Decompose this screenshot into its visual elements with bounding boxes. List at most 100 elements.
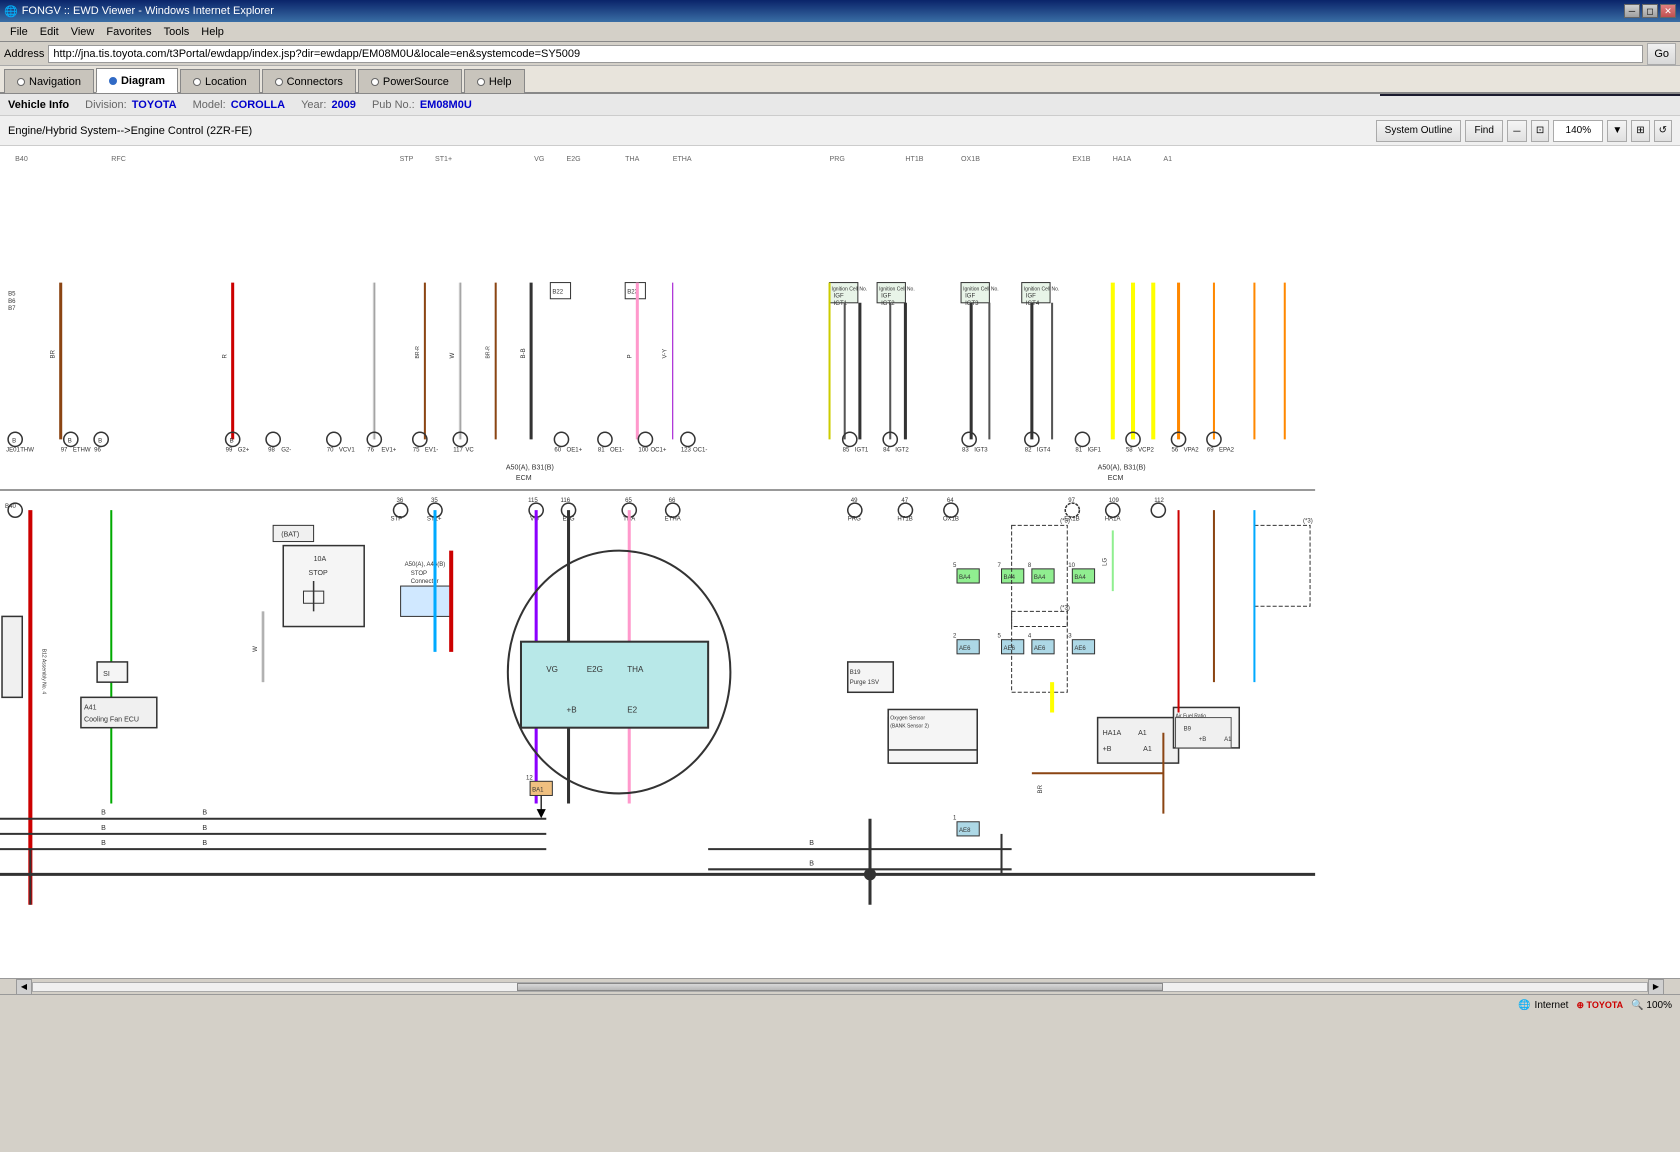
svg-text:B: B	[230, 438, 234, 444]
toyota-logo-status: ⊕ TOYOTA	[1576, 1000, 1623, 1011]
close-button[interactable]: ✕	[1660, 4, 1676, 18]
h-scroll-track[interactable]	[32, 982, 1648, 992]
svg-text:B: B	[12, 438, 16, 444]
svg-text:(*3): (*3)	[1060, 518, 1070, 524]
menu-edit[interactable]: Edit	[34, 25, 65, 39]
svg-text:64: 64	[947, 498, 954, 504]
status-right: 🌐 Internet ⊕ TOYOTA 🔍 100%	[1518, 1000, 1672, 1011]
svg-text:81: 81	[598, 448, 605, 454]
svg-text:EV1-: EV1-	[425, 448, 438, 454]
svg-text:B: B	[202, 809, 207, 817]
svg-text:SI: SI	[103, 670, 110, 678]
svg-text:THW: THW	[20, 448, 34, 454]
year-key: Year:	[301, 99, 326, 111]
radio-location	[193, 78, 201, 86]
go-button[interactable]: Go	[1647, 43, 1676, 65]
svg-text:R: R	[223, 353, 229, 358]
pub-key: Pub No.:	[372, 99, 415, 111]
svg-text:OX1B: OX1B	[943, 516, 959, 522]
diagram-canvas[interactable]: B40 RFC STP ST1+ VG E2G THA ETHA PRG HT1…	[0, 146, 1680, 1016]
svg-text:BA4: BA4	[1004, 575, 1016, 581]
zoom-out-button[interactable]: －	[1507, 120, 1527, 142]
svg-text:A1: A1	[1143, 745, 1152, 753]
svg-text:116: 116	[560, 498, 570, 504]
tab-help[interactable]: Help	[464, 69, 525, 93]
svg-text:123: 123	[681, 448, 692, 454]
tab-power-source[interactable]: PowerSource	[358, 69, 462, 93]
svg-text:IGF: IGF	[965, 294, 975, 300]
svg-text:+B: +B	[567, 706, 577, 715]
svg-text:VCP2: VCP2	[1138, 448, 1154, 454]
svg-text:IGF: IGF	[881, 294, 891, 300]
svg-text:STOP: STOP	[411, 571, 427, 577]
svg-text:B: B	[98, 438, 102, 444]
svg-text:(*3): (*3)	[1303, 518, 1313, 524]
svg-text:ETHW: ETHW	[73, 448, 91, 454]
svg-text:BA4: BA4	[959, 575, 971, 581]
svg-text:HA1A: HA1A	[1103, 729, 1122, 737]
svg-text:97: 97	[1068, 498, 1075, 504]
scroll-right-button[interactable]: ▶	[1648, 979, 1664, 995]
svg-text:A1: A1	[1224, 737, 1232, 743]
system-outline-button[interactable]: System Outline	[1376, 120, 1462, 142]
menu-file[interactable]: File	[4, 25, 34, 39]
svg-text:Ignition Cell No.: Ignition Cell No.	[963, 287, 999, 293]
menu-favorites[interactable]: Favorites	[100, 25, 157, 39]
svg-text:BR-R: BR-R	[415, 346, 421, 359]
scroll-left-button[interactable]: ◀	[16, 979, 32, 995]
svg-text:49: 49	[851, 498, 858, 504]
zoom-select-button[interactable]: ▼	[1607, 120, 1627, 142]
menu-view[interactable]: View	[65, 25, 101, 39]
svg-text:BR: BR	[1038, 784, 1044, 793]
svg-text:B: B	[68, 438, 72, 444]
tab-connectors[interactable]: Connectors	[262, 69, 356, 93]
svg-text:B7: B7	[8, 306, 16, 312]
zoom-fit-button[interactable]: ⊡	[1531, 120, 1549, 142]
wiring-diagram-svg: B40 RFC STP ST1+ VG E2G THA ETHA PRG HT1…	[0, 146, 1680, 1016]
menu-tools[interactable]: Tools	[158, 25, 196, 39]
svg-text:(*3): (*3)	[1060, 605, 1070, 611]
svg-text:(BANK Sensor 2): (BANK Sensor 2)	[890, 724, 929, 730]
main-content: Engine/Hybrid System-->Engine Control (2…	[0, 116, 1680, 1016]
svg-text:OX1B: OX1B	[961, 155, 980, 163]
zoom-in-button[interactable]: ⊞	[1631, 120, 1649, 142]
window-controls[interactable]: ─ ◻ ✕	[1624, 4, 1676, 18]
svg-text:112: 112	[1154, 498, 1164, 504]
svg-text:10A: 10A	[314, 555, 327, 563]
svg-text:+B: +B	[1199, 737, 1207, 743]
zoom-level-display: 140%	[1553, 120, 1603, 142]
svg-text:EV1+: EV1+	[381, 448, 396, 454]
svg-text:A50(A), A46(B): A50(A), A46(B)	[405, 562, 446, 568]
minimize-button[interactable]: ─	[1624, 4, 1640, 18]
tab-location[interactable]: Location	[180, 69, 260, 93]
svg-text:ETHA: ETHA	[673, 155, 692, 163]
tab-diagram[interactable]: Diagram	[96, 68, 178, 93]
horizontal-scrollbar[interactable]: ◀ ▶	[0, 978, 1680, 994]
diagram-header: Engine/Hybrid System-->Engine Control (2…	[0, 116, 1680, 146]
h-scroll-thumb[interactable]	[517, 983, 1163, 991]
division-value: TOYOTA	[132, 99, 177, 111]
radio-connectors	[275, 78, 283, 86]
svg-text:AE6: AE6	[1034, 646, 1046, 652]
svg-text:B40: B40	[5, 504, 16, 510]
address-bar: Address Go	[0, 42, 1680, 66]
svg-text:117: 117	[453, 448, 463, 454]
svg-text:Ignition Cell No.: Ignition Cell No.	[879, 287, 915, 293]
tab-navigation[interactable]: Navigation	[4, 69, 94, 93]
svg-text:84: 84	[883, 448, 890, 454]
svg-text:OC1+: OC1+	[650, 448, 666, 454]
svg-text:12: 12	[526, 775, 533, 781]
menu-help[interactable]: Help	[195, 25, 230, 39]
svg-text:E2G: E2G	[587, 665, 603, 674]
refresh-button[interactable]: ↺	[1654, 120, 1672, 142]
svg-text:HA1A: HA1A	[1105, 516, 1122, 522]
svg-text:109: 109	[1109, 498, 1120, 504]
svg-text:VG: VG	[546, 665, 558, 674]
address-input[interactable]	[48, 45, 1643, 63]
restore-button[interactable]: ◻	[1642, 4, 1658, 18]
svg-text:IGF1: IGF1	[1088, 448, 1102, 454]
svg-text:56: 56	[1171, 448, 1178, 454]
svg-text:VC: VC	[465, 448, 474, 454]
find-button[interactable]: Find	[1465, 120, 1502, 142]
svg-text:B5: B5	[8, 292, 16, 298]
